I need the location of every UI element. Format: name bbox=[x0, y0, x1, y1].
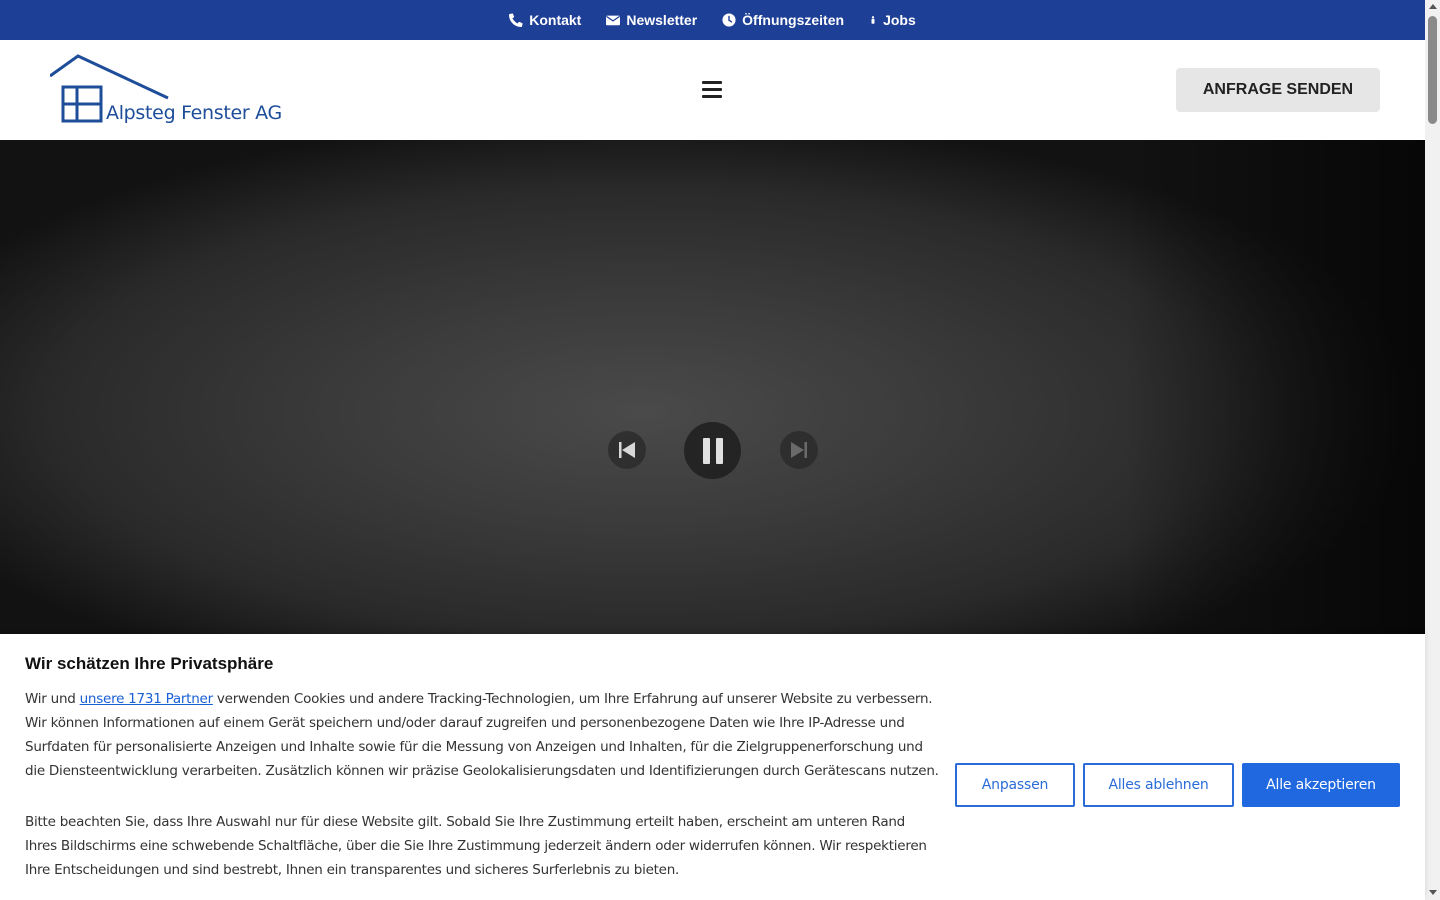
hero-slider bbox=[0, 140, 1425, 634]
slider-pause-button[interactable] bbox=[684, 422, 741, 479]
topbar-link-kontakt[interactable]: Kontakt bbox=[509, 12, 581, 28]
customize-button[interactable]: Anpassen bbox=[955, 763, 1075, 807]
partners-link[interactable]: unsere 1731 Partner bbox=[80, 691, 214, 707]
pause-icon bbox=[702, 437, 723, 464]
skip-next-icon bbox=[791, 442, 807, 458]
topbar-link-newsletter[interactable]: Newsletter bbox=[606, 12, 697, 28]
scroll-down-arrow-icon[interactable] bbox=[1429, 890, 1437, 895]
topbar-link-label: Newsletter bbox=[626, 12, 698, 28]
person-icon bbox=[871, 16, 875, 24]
cookie-consent-banner: Wir schätzen Ihre Privatsphäre Wir und u… bbox=[0, 634, 1425, 900]
cookie-text-prefix: Wir und bbox=[25, 691, 80, 707]
company-logo[interactable]: Alpsteg Fenster AG bbox=[50, 54, 282, 128]
topbar-link-label: Kontakt bbox=[529, 12, 582, 28]
page-scrollbar[interactable] bbox=[1425, 0, 1440, 900]
scroll-up-arrow-icon[interactable] bbox=[1429, 4, 1437, 9]
phone-icon bbox=[509, 13, 523, 27]
clock-icon bbox=[722, 13, 736, 27]
cookie-banner-text-1: Wir und unsere 1731 Partner verwenden Co… bbox=[25, 687, 940, 783]
skip-previous-icon bbox=[619, 442, 635, 458]
topbar-link-jobs[interactable]: Jobs bbox=[869, 12, 916, 28]
topbar-link-oeffnungszeiten[interactable]: Öffnungszeiten bbox=[722, 12, 844, 28]
slider-prev-button[interactable] bbox=[608, 431, 646, 469]
top-bar: Kontakt Newsletter Öffnungszeiten Jobs bbox=[0, 0, 1425, 40]
scrollbar-thumb[interactable] bbox=[1428, 16, 1437, 124]
logo-text: Alpsteg Fenster AG bbox=[106, 102, 282, 124]
topbar-link-label: Jobs bbox=[883, 12, 916, 28]
topbar-link-label: Öffnungszeiten bbox=[742, 12, 845, 28]
cookie-banner-text-2: Bitte beachten Sie, dass Ihre Auswahl nu… bbox=[25, 814, 927, 878]
envelope-icon bbox=[606, 15, 621, 26]
send-request-button[interactable]: ANFRAGE SENDEN bbox=[1176, 68, 1380, 112]
reject-all-button[interactable]: Alles ablehnen bbox=[1083, 763, 1234, 807]
cookie-banner-title: Wir schätzen Ihre Privatsphäre bbox=[25, 654, 274, 673]
slider-next-button[interactable] bbox=[780, 431, 818, 469]
accept-all-button[interactable]: Alle akzeptieren bbox=[1242, 763, 1400, 807]
hamburger-menu-icon[interactable] bbox=[702, 81, 722, 99]
site-header: Alpsteg Fenster AG ANFRAGE SENDEN bbox=[0, 40, 1425, 140]
